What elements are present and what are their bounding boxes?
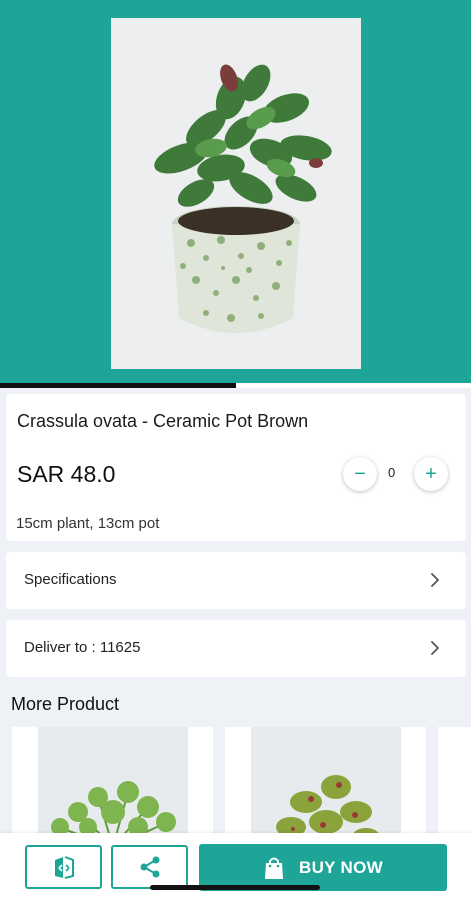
more-product-card[interactable] bbox=[12, 727, 213, 847]
more-product-photo bbox=[38, 727, 188, 847]
deliver-to-row[interactable]: Deliver to : 11625 bbox=[6, 620, 466, 677]
compare-button[interactable] bbox=[25, 845, 102, 889]
home-indicator bbox=[150, 885, 320, 890]
quantity-increase-button[interactable]: + bbox=[414, 457, 448, 491]
specifications-label: Specifications bbox=[24, 571, 117, 588]
shopping-bag-icon bbox=[265, 857, 284, 879]
specifications-row[interactable]: Specifications bbox=[6, 552, 466, 609]
more-product-card[interactable] bbox=[225, 727, 426, 847]
chevron-right-icon bbox=[431, 641, 439, 655]
image-progress-fill bbox=[0, 383, 236, 388]
quantity-decrease-button[interactable]: − bbox=[343, 457, 377, 491]
deliver-to-label: Deliver to : 11625 bbox=[24, 639, 141, 656]
product-info-card: Crassula ovata - Ceramic Pot Brown SAR 4… bbox=[6, 394, 466, 541]
more-product-photo bbox=[251, 727, 401, 847]
product-price: SAR 48.0 bbox=[17, 461, 116, 487]
quantity-value: 0 bbox=[388, 465, 396, 480]
buy-now-button[interactable]: BUY NOW bbox=[199, 844, 447, 891]
buy-now-label: BUY NOW bbox=[299, 857, 383, 877]
image-progress-bar bbox=[0, 383, 471, 388]
product-title: Crassula ovata - Ceramic Pot Brown bbox=[17, 411, 309, 431]
more-product-card[interactable] bbox=[438, 727, 471, 847]
product-size-note: 15cm plant, 13cm pot bbox=[16, 515, 160, 532]
product-image-carousel[interactable] bbox=[0, 0, 471, 383]
compare-icon bbox=[54, 856, 74, 879]
share-button[interactable] bbox=[111, 845, 188, 889]
share-icon bbox=[140, 856, 159, 878]
product-photo bbox=[111, 18, 361, 369]
chevron-right-icon bbox=[431, 573, 439, 587]
more-product-title: More Product bbox=[11, 694, 120, 714]
